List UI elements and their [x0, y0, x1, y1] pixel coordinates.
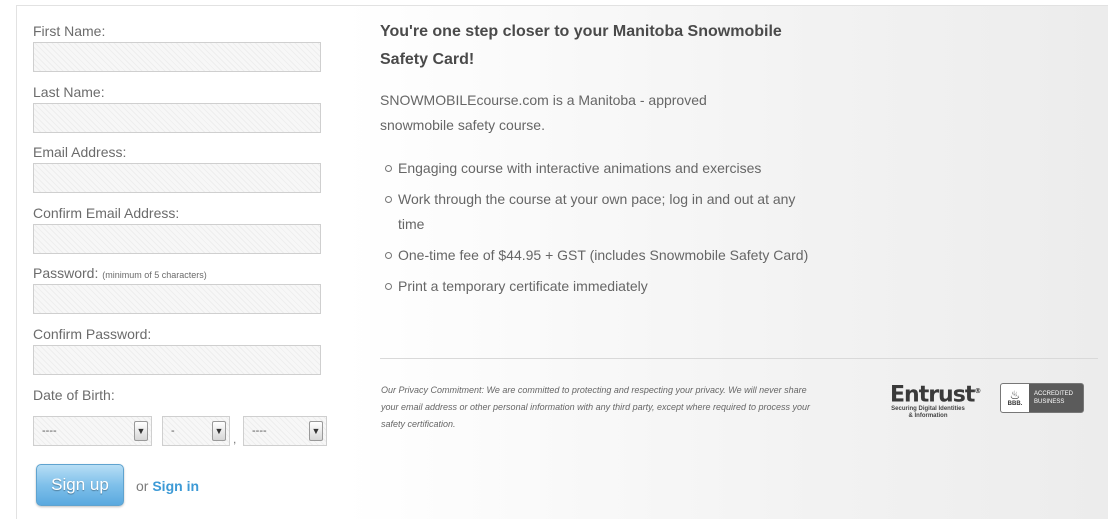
dob-day-select[interactable]: - ▼: [162, 416, 230, 446]
confirm-email-input[interactable]: [33, 224, 321, 254]
list-item: Print a temporary certificate immediatel…: [380, 274, 810, 299]
entrust-brand: Entrust: [890, 382, 975, 408]
list-item: One-time fee of $44.95 + GST (includes S…: [380, 243, 810, 268]
confirm-email-label: Confirm Email Address:: [33, 205, 180, 221]
bbb-logo: ♨ BBB.: [1001, 384, 1029, 412]
privacy-commitment: Our Privacy Commitment: We are committed…: [381, 385, 811, 429]
entrust-badge[interactable]: Entrust® Securing Digital Identities & I…: [890, 380, 982, 420]
list-item: Work through the course at your own pace…: [380, 187, 810, 237]
feature-list: Engaging course with interactive animati…: [380, 156, 810, 305]
dob-separator: ,: [233, 432, 237, 446]
entrust-tagline: Securing Digital Identities & Informatio…: [891, 406, 965, 420]
page-heading: You're one step closer to your Manitoba …: [380, 23, 782, 68]
dob-day-value: -: [171, 425, 175, 437]
dob-label: Date of Birth:: [33, 387, 115, 403]
divider: [380, 358, 1098, 359]
confirm-password-input[interactable]: [33, 345, 321, 375]
confirm-password-label: Confirm Password:: [33, 326, 152, 342]
sign-in-link[interactable]: Sign in: [152, 478, 199, 494]
or-text: or: [136, 478, 149, 494]
last-name-input[interactable]: [33, 103, 321, 133]
sign-in-prompt: or Sign in: [136, 478, 199, 494]
password-input[interactable]: [33, 284, 321, 314]
list-item: Engaging course with interactive animati…: [380, 156, 810, 181]
chevron-down-icon[interactable]: ▼: [134, 421, 148, 441]
first-name-label: First Name:: [33, 23, 106, 39]
bbb-text: BBB.: [1007, 400, 1023, 407]
password-label-text: Password:: [33, 265, 99, 281]
dob-year-value: ----: [252, 425, 267, 437]
email-input[interactable]: [33, 163, 321, 193]
bbb-badge[interactable]: ♨ BBB. ACCREDITED BUSINESS: [1000, 383, 1084, 413]
dob-month-value: ----: [42, 425, 57, 437]
sign-up-button[interactable]: Sign up: [36, 464, 124, 506]
dob-year-select[interactable]: ---- ▼: [243, 416, 327, 446]
chevron-down-icon[interactable]: ▼: [309, 421, 323, 441]
torch-icon: ♨: [1009, 387, 1021, 402]
bbb-accredited-text: ACCREDITED BUSINESS: [1034, 391, 1074, 405]
password-hint: (minimum of 5 characters): [102, 270, 207, 280]
password-label: Password: (minimum of 5 characters): [33, 265, 207, 281]
dob-month-select[interactable]: ---- ▼: [33, 416, 152, 446]
entrust-logo: Entrust®: [890, 382, 982, 408]
chevron-down-icon[interactable]: ▼: [212, 421, 226, 441]
last-name-label: Last Name:: [33, 84, 105, 100]
intro-text: SNOWMOBILEcourse.com is a Manitoba - app…: [380, 92, 707, 133]
first-name-input[interactable]: [33, 42, 321, 72]
email-label: Email Address:: [33, 144, 127, 160]
